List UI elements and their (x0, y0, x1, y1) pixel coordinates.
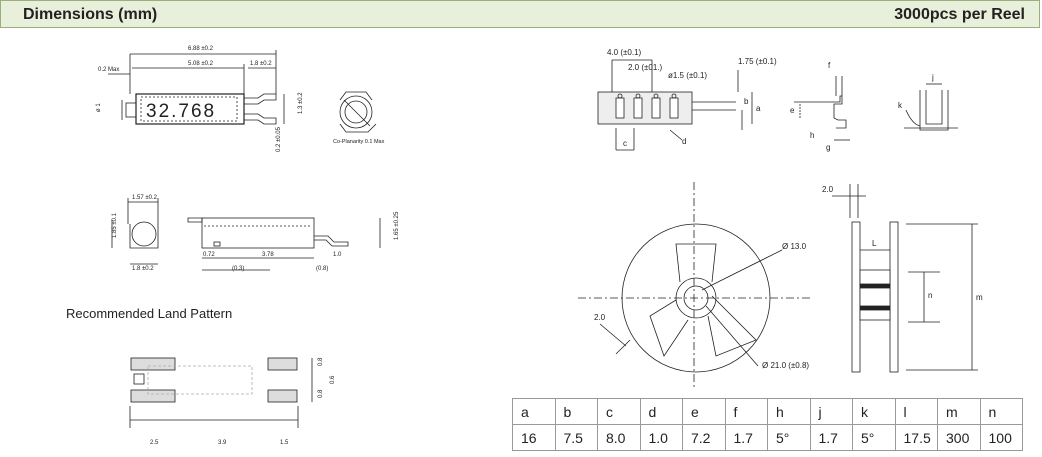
reel-letter-m: m (976, 293, 983, 302)
tape-letter-b: b (744, 97, 749, 106)
table-value-cell: 8.0 (597, 424, 641, 451)
dim-total: 6.88 ±0.2 (188, 46, 214, 52)
dim-lead: 1.8 ±0.2 (250, 61, 272, 67)
tape-letter-j: j (931, 73, 934, 82)
tape-edge: 1.75 (±0.1) (738, 57, 777, 66)
table-header-cell: m (937, 398, 981, 425)
table-header-cell: l (894, 398, 938, 425)
tape-letter-g: g (826, 143, 830, 152)
dim-left-height: 1.85 ±0.1 (112, 212, 118, 238)
land-pattern: 2.5 3.9 1.5 0.8 0.6 0.8 (129, 357, 336, 446)
land-h2: 0.6 (330, 375, 336, 384)
dim-lead-thk: 0.2 ±0.05 (276, 126, 282, 152)
table-value-cell: 16 (512, 424, 556, 451)
tape-view: 4.0 (±0.1) 2.0 (±01.) ø1.5 (±0.1) 1.75 (… (597, 48, 777, 151)
tape-hole-dia: ø1.5 (±0.1) (668, 71, 707, 80)
table-value-cell: 1.7 (809, 424, 853, 451)
dim-d4: (0.3) (232, 266, 244, 272)
reel-letter-L: L (872, 239, 877, 248)
tape-cross-section: e f g h j k (790, 61, 958, 152)
land-w2: 3.9 (218, 440, 227, 446)
dim-d1: 0.72 (203, 252, 215, 258)
table-header-row: a b c d e f h j k l m n (512, 398, 1023, 425)
reel-dia: Ø 21.0 (±0.8) (762, 361, 809, 370)
table-value-cell: 7.2 (682, 424, 726, 451)
table-value-cell: 1.0 (639, 424, 683, 451)
tape-letter-d: d (682, 137, 686, 146)
table-value-cell: 300 (937, 424, 981, 451)
table-header-cell: d (639, 398, 683, 425)
table-value-row: 16 7.5 8.0 1.0 7.2 1.7 5° 1.7 5° 17.5 30… (512, 424, 1023, 451)
tape-letter-f: f (828, 61, 831, 70)
dim-gap: 0.2 Max (98, 67, 119, 73)
dim-right-height: 1.65 ±0.25 (394, 211, 400, 240)
dim-d3: 1.0 (333, 252, 342, 258)
tape-letter-e: e (790, 106, 795, 115)
dim-dia: ø 1 (96, 103, 102, 112)
land-pattern-label: Recommended Land Pattern (66, 306, 233, 321)
tape-letter-k: k (898, 101, 903, 110)
drawing-canvas: 32.768 6.88 ±0.2 5.08 ±0.2 1.8 ±0.2 0.2 … (96, 46, 983, 446)
reel-slot: 2.0 (594, 313, 606, 322)
table-value-cell: 5° (767, 424, 811, 451)
reel-side-gap: 2.0 (822, 185, 834, 194)
reel-hub-dia: Ø 13.0 (782, 242, 807, 251)
dim-d2: 3.78 (262, 252, 274, 258)
table-header-cell: j (809, 398, 853, 425)
crystal-top-view: 32.768 6.88 ±0.2 5.08 ±0.2 1.8 ±0.2 0.2 … (96, 46, 304, 152)
land-h1: 0.8 (318, 357, 324, 366)
reel-front-view: Ø 13.0 Ø 21.0 (±0.8) 2.0 (578, 182, 812, 390)
table-header-cell: b (554, 398, 598, 425)
reel-side-view: 2.0 L n m (822, 184, 983, 373)
end-view-small: 1.57 ±0.2 1.85 ±0.1 1.8 ±0.2 (111, 195, 159, 272)
dimension-table: a b c d e f h j k l m n 16 7.5 8.0 1.0 7… (512, 398, 1023, 451)
table-value-cell: 5° (852, 424, 896, 451)
crystal-end-view: Co-Planarity 0.1 Max (333, 91, 385, 145)
table-value-cell: 1.7 (724, 424, 768, 451)
tape-pitch: 4.0 (±0.1) (607, 48, 642, 57)
tape-letter-h: h (810, 131, 814, 140)
side-view-long: 1.65 ±0.25 0.72 3.78 1.0 (0.3) (0.8) (187, 211, 400, 272)
table-header-cell: k (852, 398, 896, 425)
table-header-cell: f (724, 398, 768, 425)
land-w3: 1.5 (280, 440, 289, 446)
crystal-marking: 32.768 (146, 101, 216, 122)
table-header-cell: h (767, 398, 811, 425)
dim-top-width: 1.57 ±0.2 (132, 195, 158, 201)
coplanarity-note: Co-Planarity 0.1 Max (333, 139, 385, 145)
tape-hole-pitch: 2.0 (±01.) (628, 63, 663, 72)
dim-bottom-width: 1.8 ±0.2 (132, 266, 154, 272)
dim-body: 5.08 ±0.2 (188, 61, 214, 67)
dim-d5: (0.8) (316, 266, 328, 272)
table-value-cell: 100 (979, 424, 1023, 451)
reel-letter-n: n (928, 291, 932, 300)
table-header-cell: c (597, 398, 641, 425)
land-w1: 2.5 (150, 440, 159, 446)
table-header-cell: n (979, 398, 1023, 425)
table-value-cell: 7.5 (554, 424, 598, 451)
table-header-cell: e (682, 398, 726, 425)
land-h3: 0.8 (318, 389, 324, 398)
tape-letter-a: a (756, 104, 761, 113)
table-value-cell: 17.5 (894, 424, 938, 451)
tape-letter-c: c (623, 139, 627, 148)
table-header-cell: a (512, 398, 556, 425)
dim-height: 1.3 ±0.2 (298, 92, 304, 114)
